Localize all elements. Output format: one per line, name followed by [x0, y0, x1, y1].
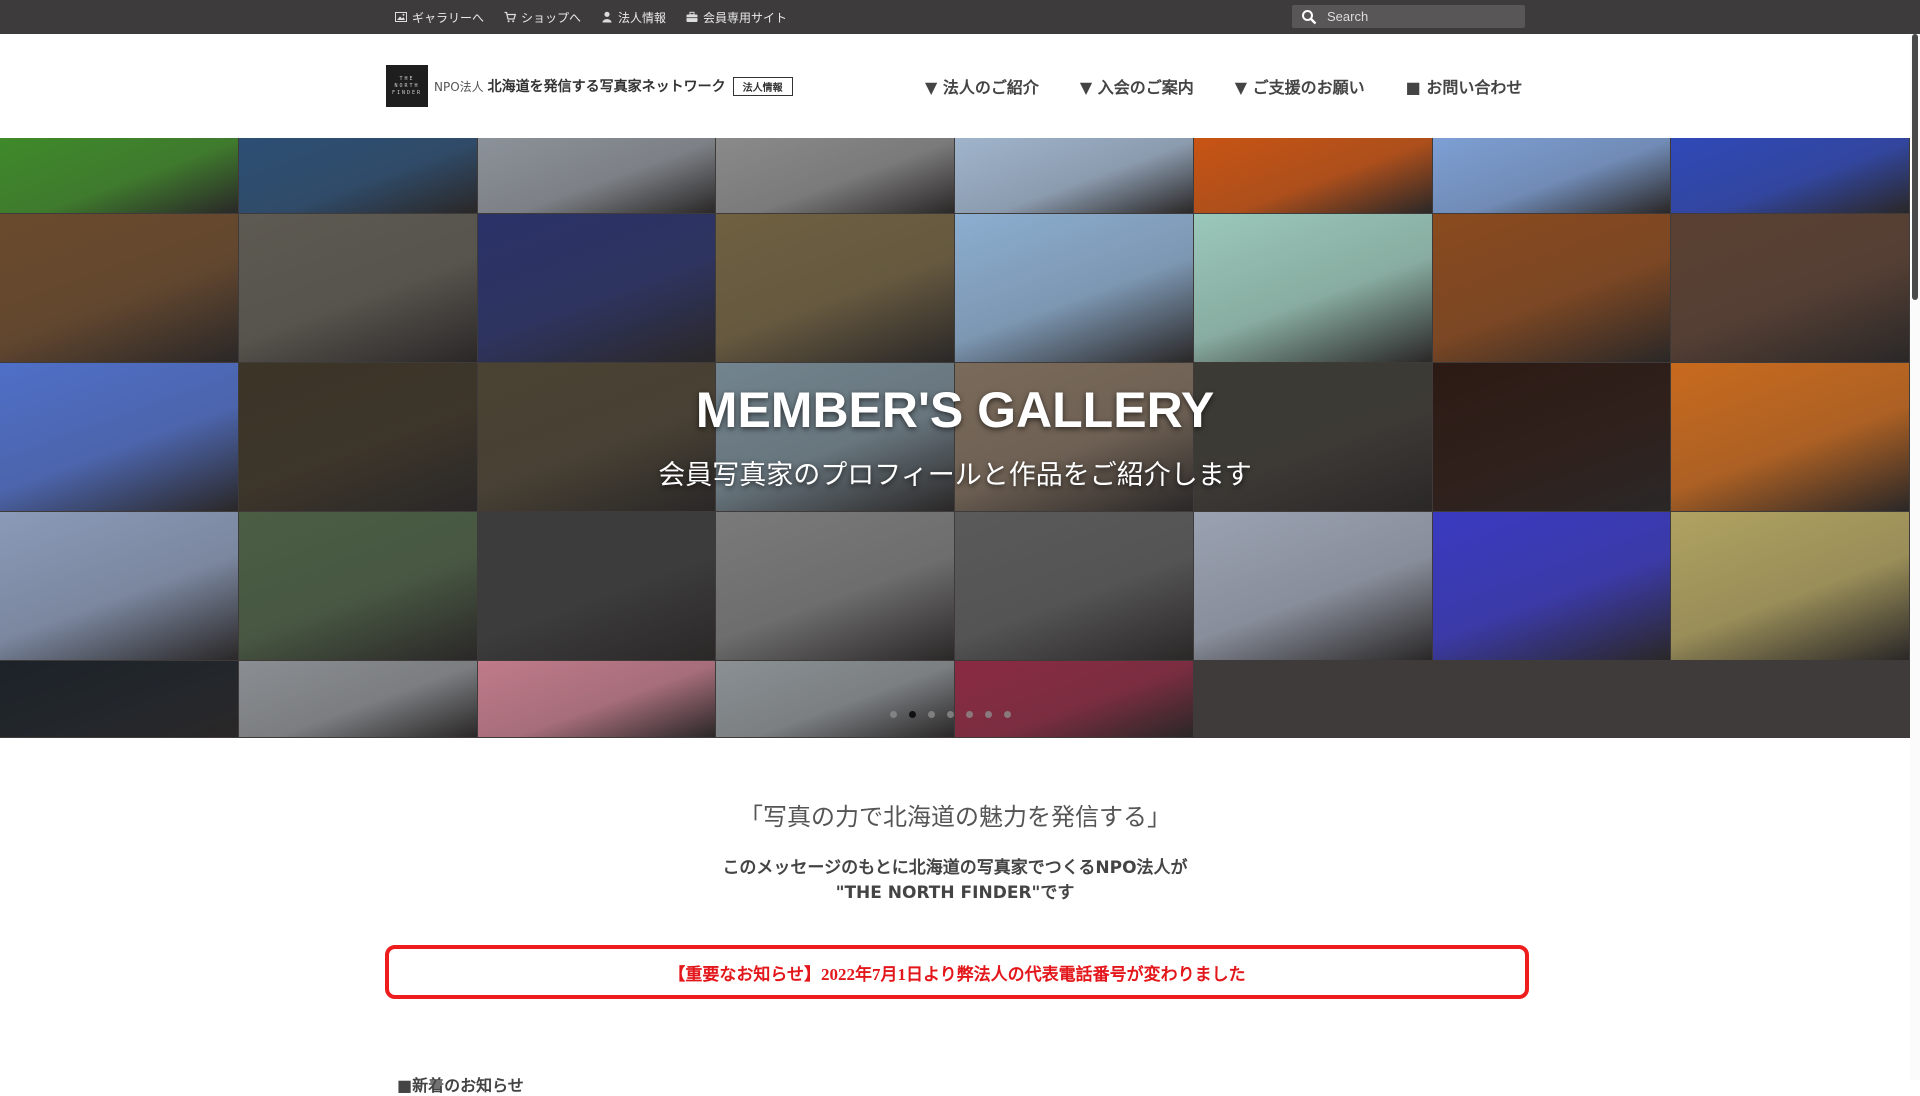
gallery-photo-tile[interactable] — [1194, 138, 1432, 213]
intro-line: "THE NORTH FINDER"です — [835, 883, 1075, 903]
slider-pagination — [890, 711, 1011, 718]
slider-dot[interactable] — [928, 711, 935, 718]
gallery-photo-tile[interactable] — [239, 138, 477, 213]
search-icon[interactable] — [1301, 9, 1317, 25]
gallery-photo-tile[interactable] — [239, 661, 477, 737]
top-link-members-site[interactable]: 会員専用サイト — [686, 9, 787, 26]
gallery-photo-tile[interactable] — [0, 138, 238, 213]
logo-badge: 法人情報 — [732, 76, 793, 96]
gallery-photo-tile[interactable] — [478, 363, 715, 511]
gallery-photo-tile[interactable] — [239, 214, 477, 362]
user-icon — [602, 11, 612, 23]
gallery-photo-tile[interactable] — [1671, 363, 1909, 511]
gallery-photo-tile[interactable] — [716, 512, 954, 660]
gallery-photo-tile[interactable] — [478, 512, 715, 660]
gallery-photo-tile[interactable] — [1433, 138, 1670, 213]
nav-membership[interactable]: ▼ 入会のご案内 — [1080, 74, 1194, 98]
gallery-photo-tile[interactable] — [716, 363, 954, 511]
top-link-label: ショップへ — [521, 10, 582, 25]
gallery-photo-tile[interactable] — [1433, 363, 1670, 511]
nav-support[interactable]: ▼ ご支援のお願い — [1235, 74, 1365, 98]
logo-mark-line: THE — [399, 75, 415, 82]
top-link-label: 会員専用サイト — [703, 10, 788, 25]
gallery-photo-tile[interactable] — [1433, 214, 1670, 362]
nav-contact[interactable]: ■ お問い合わせ — [1406, 74, 1523, 98]
important-notice-banner[interactable]: 【重要なお知らせ】2022年7月1日より弊法人の代表電話番号が変わりました — [385, 945, 1529, 999]
gallery-photo-tile[interactable] — [955, 512, 1193, 660]
page-scrollbar[interactable] — [1910, 34, 1920, 1080]
gallery-photo-tile[interactable] — [1194, 214, 1432, 362]
gallery-photo-tile[interactable] — [716, 661, 954, 737]
site-logo[interactable]: THE NORTH FINDER NPO法人 北海道を発信する写真家ネットワーク… — [386, 65, 793, 107]
gallery-photo-tile[interactable] — [239, 363, 477, 511]
slider-dot[interactable] — [909, 711, 916, 718]
gallery-photo-tile[interactable] — [1194, 363, 1432, 511]
intro-line: このメッセージのもとに北海道の写真家でつくるNPO法人が — [722, 858, 1188, 878]
gallery-photo-tile[interactable] — [955, 363, 1193, 511]
top-links: ギャラリーへ ショップへ 法人情報 会員専用サイト — [395, 0, 787, 34]
logo-site-name: 北海道を発信する写真家ネットワーク — [487, 79, 726, 95]
logo-mark-line: FINDER — [391, 89, 423, 96]
gallery-photo-tile[interactable] — [478, 661, 715, 737]
top-link-shop[interactable]: ショップへ — [504, 9, 581, 26]
gallery-photo-tile[interactable] — [716, 214, 954, 362]
gallery-photo-tile[interactable] — [1433, 512, 1670, 660]
main-nav: ▼ 法人のご紹介 ▼ 入会のご案内 ▼ ご支援のお願い ■ お問い合わせ — [925, 34, 1522, 138]
slider-dot[interactable] — [985, 711, 992, 718]
gallery-photo-tile[interactable] — [478, 214, 715, 362]
gallery-photo-tile[interactable] — [0, 363, 238, 511]
important-notice-text: 【重要なお知らせ】2022年7月1日より弊法人の代表電話番号が変わりました — [668, 964, 1246, 984]
gallery-photo-tile[interactable] — [0, 512, 238, 660]
gallery-photo-tile[interactable] — [955, 661, 1193, 737]
gallery-photo-tile[interactable] — [1194, 512, 1432, 660]
gallery-photo-tile[interactable] — [0, 214, 238, 362]
nav-about[interactable]: ▼ 法人のご紹介 — [925, 74, 1039, 98]
briefcase-icon — [686, 11, 698, 22]
logo-mark-line: NORTH — [394, 82, 420, 89]
site-header: THE NORTH FINDER NPO法人 北海道を発信する写真家ネットワーク… — [0, 34, 1910, 138]
slider-dot[interactable] — [947, 711, 954, 718]
top-link-label: 法人情報 — [618, 10, 667, 25]
cart-icon — [504, 11, 517, 23]
search-box — [1292, 5, 1525, 28]
news-heading: ■新着のお知らせ — [397, 1076, 524, 1095]
top-bar: ギャラリーへ ショップへ 法人情報 会員専用サイト — [0, 0, 1920, 34]
image-icon — [395, 12, 407, 22]
gallery-photo-tile[interactable] — [955, 214, 1193, 362]
gallery-photo-tile[interactable] — [239, 512, 477, 660]
slider-dot[interactable] — [1004, 711, 1011, 718]
member-gallery-slider[interactable]: MEMBER'S GALLERY 会員写真家のプロフィールと作品をご紹介します — [0, 138, 1910, 738]
intro-text: このメッセージのもとに北海道の写真家でつくるNPO法人が "THE NORTH … — [0, 856, 1910, 906]
gallery-photo-tile[interactable] — [1671, 138, 1909, 213]
logo-npo-label: NPO法人 — [434, 79, 484, 94]
tagline: 「写真の力で北海道の魅力を発信する」 — [739, 803, 1171, 831]
top-link-label: ギャラリーへ — [412, 10, 485, 25]
gallery-photo-tile[interactable] — [716, 138, 954, 213]
slider-dot[interactable] — [890, 711, 897, 718]
gallery-photo-tile[interactable] — [1671, 214, 1909, 362]
gallery-photo-tile[interactable] — [478, 138, 715, 213]
search-input[interactable] — [1325, 8, 1519, 25]
slider-dot[interactable] — [966, 711, 973, 718]
gallery-photo-tile[interactable] — [1671, 512, 1909, 660]
top-link-corporate-info[interactable]: 法人情報 — [601, 9, 666, 26]
scrollbar-thumb[interactable] — [1912, 34, 1918, 300]
gallery-photo-tile[interactable] — [955, 138, 1193, 213]
top-link-gallery[interactable]: ギャラリーへ — [395, 9, 484, 26]
gallery-photo-tile[interactable] — [0, 661, 238, 737]
logo-mark: THE NORTH FINDER — [386, 65, 428, 107]
